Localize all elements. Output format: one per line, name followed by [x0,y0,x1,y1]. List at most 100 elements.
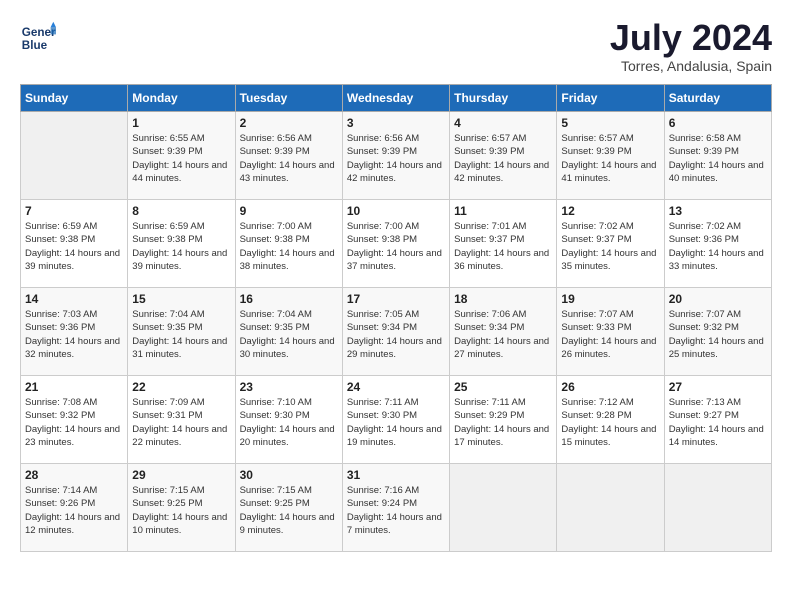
calendar-cell: 19 Sunrise: 7:07 AMSunset: 9:33 PMDaylig… [557,288,664,376]
day-number: 24 [347,380,445,394]
day-number: 9 [240,204,338,218]
calendar-cell [664,464,771,552]
calendar-week-row: 14 Sunrise: 7:03 AMSunset: 9:36 PMDaylig… [21,288,772,376]
weekday-header-wednesday: Wednesday [342,85,449,112]
day-number: 25 [454,380,552,394]
day-number: 20 [669,292,767,306]
day-number: 15 [132,292,230,306]
day-number: 10 [347,204,445,218]
calendar-cell: 30 Sunrise: 7:15 AMSunset: 9:25 PMDaylig… [235,464,342,552]
title-area: July 2024 Torres, Andalusia, Spain [610,20,772,74]
calendar-week-row: 21 Sunrise: 7:08 AMSunset: 9:32 PMDaylig… [21,376,772,464]
calendar-cell: 14 Sunrise: 7:03 AMSunset: 9:36 PMDaylig… [21,288,128,376]
calendar-cell: 9 Sunrise: 7:00 AMSunset: 9:38 PMDayligh… [235,200,342,288]
calendar-cell: 3 Sunrise: 6:56 AMSunset: 9:39 PMDayligh… [342,112,449,200]
calendar-cell: 26 Sunrise: 7:12 AMSunset: 9:28 PMDaylig… [557,376,664,464]
day-number: 29 [132,468,230,482]
calendar-cell: 13 Sunrise: 7:02 AMSunset: 9:36 PMDaylig… [664,200,771,288]
cell-info: Sunrise: 6:56 AMSunset: 9:39 PMDaylight:… [347,133,442,184]
calendar-cell [450,464,557,552]
calendar-week-row: 1 Sunrise: 6:55 AMSunset: 9:39 PMDayligh… [21,112,772,200]
day-number: 17 [347,292,445,306]
cell-info: Sunrise: 7:08 AMSunset: 9:32 PMDaylight:… [25,397,120,448]
cell-info: Sunrise: 6:59 AMSunset: 9:38 PMDaylight:… [132,221,227,272]
day-number: 28 [25,468,123,482]
calendar-cell: 1 Sunrise: 6:55 AMSunset: 9:39 PMDayligh… [128,112,235,200]
cell-info: Sunrise: 6:59 AMSunset: 9:38 PMDaylight:… [25,221,120,272]
calendar-cell: 27 Sunrise: 7:13 AMSunset: 9:27 PMDaylig… [664,376,771,464]
calendar-cell: 17 Sunrise: 7:05 AMSunset: 9:34 PMDaylig… [342,288,449,376]
calendar-cell: 28 Sunrise: 7:14 AMSunset: 9:26 PMDaylig… [21,464,128,552]
cell-info: Sunrise: 7:00 AMSunset: 9:38 PMDaylight:… [347,221,442,272]
cell-info: Sunrise: 7:15 AMSunset: 9:25 PMDaylight:… [132,485,227,536]
cell-info: Sunrise: 7:02 AMSunset: 9:36 PMDaylight:… [669,221,764,272]
month-year-title: July 2024 [610,20,772,56]
cell-info: Sunrise: 7:11 AMSunset: 9:29 PMDaylight:… [454,397,549,448]
cell-info: Sunrise: 6:55 AMSunset: 9:39 PMDaylight:… [132,133,227,184]
cell-info: Sunrise: 7:01 AMSunset: 9:37 PMDaylight:… [454,221,549,272]
weekday-header-thursday: Thursday [450,85,557,112]
cell-info: Sunrise: 7:10 AMSunset: 9:30 PMDaylight:… [240,397,335,448]
location-subtitle: Torres, Andalusia, Spain [610,58,772,74]
cell-info: Sunrise: 7:03 AMSunset: 9:36 PMDaylight:… [25,309,120,360]
calendar-cell: 23 Sunrise: 7:10 AMSunset: 9:30 PMDaylig… [235,376,342,464]
calendar-cell: 18 Sunrise: 7:06 AMSunset: 9:34 PMDaylig… [450,288,557,376]
calendar-week-row: 7 Sunrise: 6:59 AMSunset: 9:38 PMDayligh… [21,200,772,288]
calendar-cell: 4 Sunrise: 6:57 AMSunset: 9:39 PMDayligh… [450,112,557,200]
weekday-header-monday: Monday [128,85,235,112]
day-number: 18 [454,292,552,306]
cell-info: Sunrise: 7:04 AMSunset: 9:35 PMDaylight:… [240,309,335,360]
calendar-cell: 12 Sunrise: 7:02 AMSunset: 9:37 PMDaylig… [557,200,664,288]
calendar-cell: 29 Sunrise: 7:15 AMSunset: 9:25 PMDaylig… [128,464,235,552]
logo: General Blue [20,20,56,56]
calendar-cell: 24 Sunrise: 7:11 AMSunset: 9:30 PMDaylig… [342,376,449,464]
cell-info: Sunrise: 7:14 AMSunset: 9:26 PMDaylight:… [25,485,120,536]
day-number: 3 [347,116,445,130]
day-number: 8 [132,204,230,218]
calendar-cell: 20 Sunrise: 7:07 AMSunset: 9:32 PMDaylig… [664,288,771,376]
cell-info: Sunrise: 7:07 AMSunset: 9:33 PMDaylight:… [561,309,656,360]
day-number: 5 [561,116,659,130]
calendar-cell: 16 Sunrise: 7:04 AMSunset: 9:35 PMDaylig… [235,288,342,376]
day-number: 2 [240,116,338,130]
svg-text:Blue: Blue [22,39,48,52]
cell-info: Sunrise: 7:02 AMSunset: 9:37 PMDaylight:… [561,221,656,272]
cell-info: Sunrise: 6:57 AMSunset: 9:39 PMDaylight:… [454,133,549,184]
cell-info: Sunrise: 7:06 AMSunset: 9:34 PMDaylight:… [454,309,549,360]
calendar-cell: 31 Sunrise: 7:16 AMSunset: 9:24 PMDaylig… [342,464,449,552]
day-number: 13 [669,204,767,218]
cell-info: Sunrise: 7:12 AMSunset: 9:28 PMDaylight:… [561,397,656,448]
weekday-header-tuesday: Tuesday [235,85,342,112]
weekday-header-saturday: Saturday [664,85,771,112]
page-header: General Blue July 2024 Torres, Andalusia… [20,20,772,74]
calendar-cell: 5 Sunrise: 6:57 AMSunset: 9:39 PMDayligh… [557,112,664,200]
cell-info: Sunrise: 7:15 AMSunset: 9:25 PMDaylight:… [240,485,335,536]
weekday-header-sunday: Sunday [21,85,128,112]
day-number: 21 [25,380,123,394]
cell-info: Sunrise: 7:04 AMSunset: 9:35 PMDaylight:… [132,309,227,360]
cell-info: Sunrise: 6:58 AMSunset: 9:39 PMDaylight:… [669,133,764,184]
day-number: 7 [25,204,123,218]
calendar-cell: 22 Sunrise: 7:09 AMSunset: 9:31 PMDaylig… [128,376,235,464]
day-number: 26 [561,380,659,394]
day-number: 6 [669,116,767,130]
day-number: 19 [561,292,659,306]
calendar-cell: 6 Sunrise: 6:58 AMSunset: 9:39 PMDayligh… [664,112,771,200]
calendar-cell [557,464,664,552]
cell-info: Sunrise: 7:09 AMSunset: 9:31 PMDaylight:… [132,397,227,448]
calendar-cell [21,112,128,200]
calendar-cell: 10 Sunrise: 7:00 AMSunset: 9:38 PMDaylig… [342,200,449,288]
cell-info: Sunrise: 7:07 AMSunset: 9:32 PMDaylight:… [669,309,764,360]
day-number: 27 [669,380,767,394]
calendar-cell: 25 Sunrise: 7:11 AMSunset: 9:29 PMDaylig… [450,376,557,464]
cell-info: Sunrise: 7:05 AMSunset: 9:34 PMDaylight:… [347,309,442,360]
cell-info: Sunrise: 7:16 AMSunset: 9:24 PMDaylight:… [347,485,442,536]
day-number: 12 [561,204,659,218]
generalblue-logo-icon: General Blue [20,20,56,56]
cell-info: Sunrise: 7:00 AMSunset: 9:38 PMDaylight:… [240,221,335,272]
weekday-header-row: SundayMondayTuesdayWednesdayThursdayFrid… [21,85,772,112]
calendar-table: SundayMondayTuesdayWednesdayThursdayFrid… [20,84,772,552]
day-number: 30 [240,468,338,482]
calendar-cell: 21 Sunrise: 7:08 AMSunset: 9:32 PMDaylig… [21,376,128,464]
cell-info: Sunrise: 6:57 AMSunset: 9:39 PMDaylight:… [561,133,656,184]
